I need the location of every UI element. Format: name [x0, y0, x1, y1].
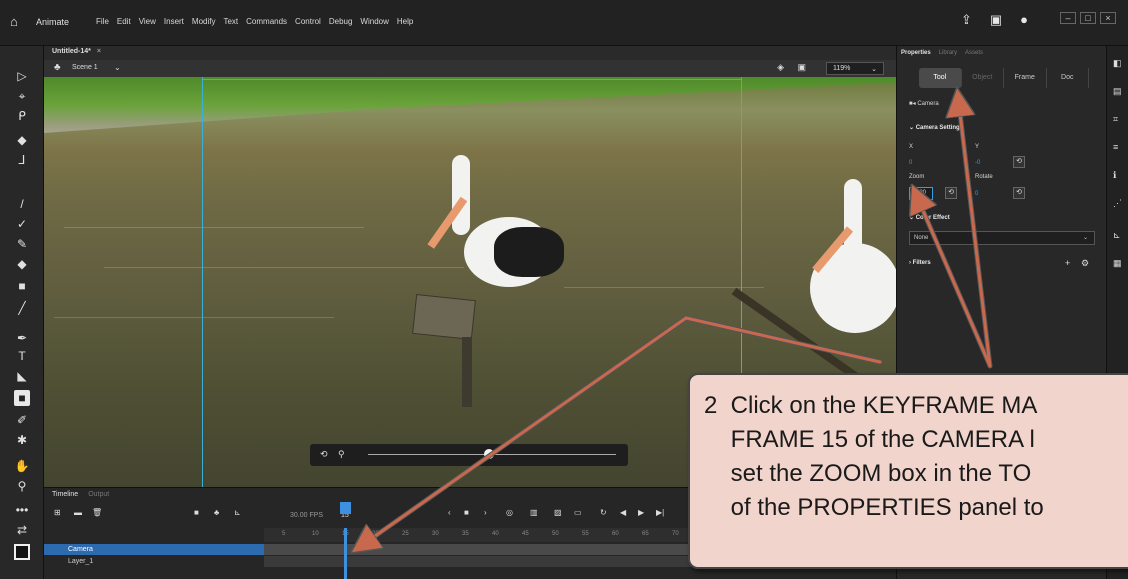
- instruction-callout: 2 Click on the KEYFRAME MA FRAME 15 of t…: [688, 373, 1128, 569]
- instruction-text: 2 Click on the KEYFRAME MA FRAME 15 of t…: [704, 392, 1044, 521]
